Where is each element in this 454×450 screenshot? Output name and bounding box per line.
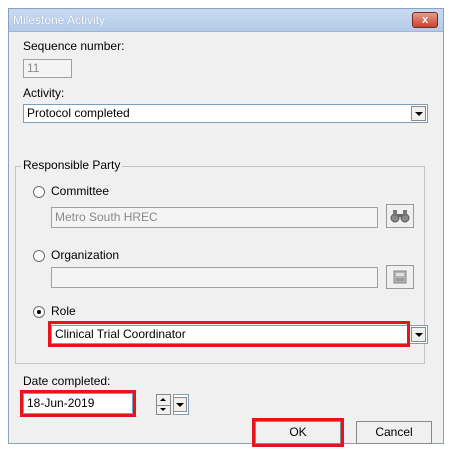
cancel-button[interactable]: Cancel (356, 421, 432, 444)
role-radio[interactable] (33, 306, 45, 318)
chevron-down-icon[interactable] (174, 397, 187, 412)
date-dropdown-button[interactable] (173, 394, 189, 415)
sequence-number-field[interactable]: 11 (23, 59, 72, 78)
activity-dropdown[interactable]: Protocol completed (23, 104, 428, 123)
activity-label: Activity: (23, 86, 65, 100)
date-completed-field[interactable]: 18-Jun-2019 (23, 393, 133, 414)
date-spinner[interactable] (156, 394, 171, 415)
title-bar[interactable]: Milestone Activity x (9, 9, 443, 32)
committee-lookup-button[interactable] (386, 204, 414, 228)
ok-button[interactable]: OK (255, 421, 341, 444)
window-title: Milestone Activity (13, 13, 106, 27)
organization-label: Organization (51, 248, 120, 262)
committee-field[interactable]: Metro South HREC (51, 207, 378, 228)
binoculars-icon (390, 210, 410, 223)
committee-label: Committee (51, 184, 110, 198)
organization-radio[interactable] (33, 250, 45, 262)
role-value: Clinical Trial Coordinator (55, 327, 186, 341)
chevron-down-icon[interactable] (411, 106, 426, 121)
role-dropdown[interactable]: Clinical Trial Coordinator (51, 325, 428, 344)
responsible-party-legend: Responsible Party (21, 158, 123, 172)
close-button[interactable]: x (412, 12, 438, 28)
organization-field[interactable] (51, 267, 378, 288)
sequence-number-label: Sequence number: (23, 39, 125, 53)
chevron-down-icon[interactable] (411, 327, 426, 342)
activity-value: Protocol completed (27, 106, 130, 120)
role-label: Role (51, 304, 76, 318)
organization-lookup-button[interactable] (386, 265, 414, 289)
committee-radio[interactable] (33, 186, 45, 198)
spin-down-icon[interactable] (157, 405, 170, 415)
date-completed-label: Date completed: (23, 374, 111, 388)
lookup-icon (393, 270, 407, 284)
